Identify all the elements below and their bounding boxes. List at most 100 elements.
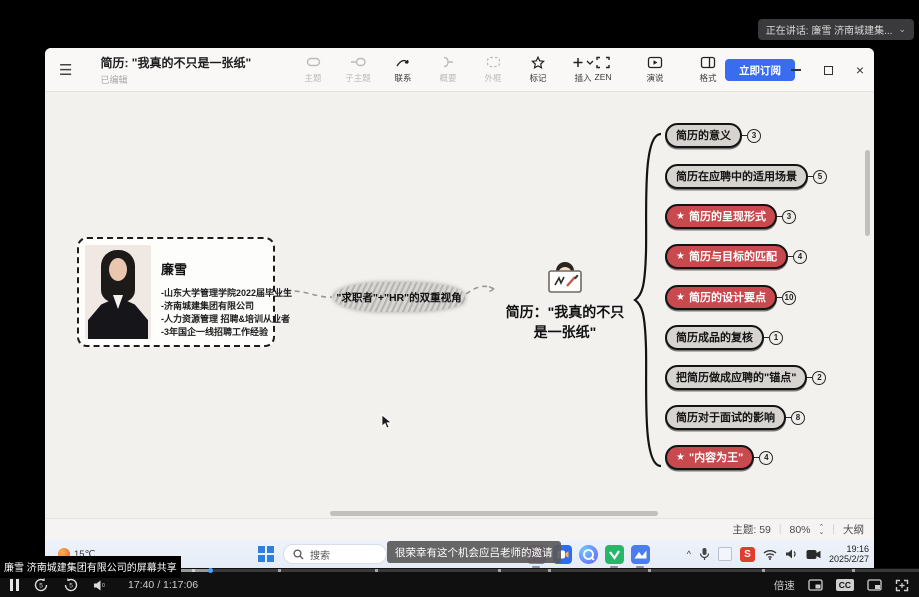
profile-photo xyxy=(85,245,151,339)
picture-in-picture-icon[interactable] xyxy=(808,579,823,591)
branch-row[interactable]: ★简历的呈现形式 3 xyxy=(665,204,796,229)
branch-row[interactable]: 简历的意义 3 xyxy=(665,123,761,148)
separator: | xyxy=(832,524,835,535)
toolbar-present-button[interactable]: 演说 xyxy=(637,54,673,84)
branch-row[interactable]: 简历在应聘中的适用场景 5 xyxy=(665,164,827,189)
branch-pill[interactable]: 简历对于面试的影响 xyxy=(665,405,786,430)
floating-topic[interactable]: "求职者"+"HR"的双重视角 xyxy=(333,282,465,312)
forward-5s-button[interactable]: 5 xyxy=(63,577,79,593)
branch-pill[interactable]: ★简历的呈现形式 xyxy=(665,204,777,229)
collapsed-count-badge[interactable]: 10 xyxy=(782,291,796,305)
app-header: ☰ 简历: "我真的不只是一张纸" 已编辑 主题 子主题 xyxy=(45,48,874,92)
quark-browser-icon[interactable] xyxy=(579,545,598,564)
mindmap-canvas[interactable]: 廉雪 -山东大学管理学院2022届毕业生 -济南城建集团有限公司 -人力资源管理… xyxy=(45,92,874,518)
branch-row[interactable]: ★简历与目标的匹配 4 xyxy=(665,244,807,269)
chapter-marker xyxy=(498,569,501,572)
branch-pill[interactable]: 简历的意义 xyxy=(665,123,742,148)
outline-toggle[interactable]: 大纲 xyxy=(843,522,864,537)
branch-pill[interactable]: 把简历做成应聘的"锚点" xyxy=(665,365,807,390)
now-speaking-banner[interactable]: 正在讲话: 廉雪 济南城建集... ⌄ xyxy=(758,19,914,40)
volume-button[interactable]: 0 xyxy=(93,579,108,592)
vertical-scrollbar[interactable] xyxy=(865,150,870,236)
toolbar-marker-button[interactable]: 标记 xyxy=(520,54,556,84)
subtitles-cc-button[interactable]: CC xyxy=(836,579,854,591)
fullscreen-button[interactable] xyxy=(895,579,909,592)
branch-pill[interactable]: ★ "内容为王" xyxy=(665,445,754,470)
branch-row[interactable]: ★简历的设计要点 10 xyxy=(665,285,796,310)
chapter-marker xyxy=(852,569,855,572)
hamburger-menu-icon[interactable]: ☰ xyxy=(59,61,72,79)
toolbar-zen-button[interactable]: ZEN xyxy=(585,54,621,82)
clock-time: 19:16 xyxy=(829,544,869,554)
branch-row[interactable]: 简历成品的复核 1 xyxy=(665,325,783,350)
collapsed-count-badge[interactable]: 4 xyxy=(759,451,773,465)
collapsed-count-badge[interactable]: 4 xyxy=(793,250,807,264)
minimize-button[interactable] xyxy=(790,64,802,76)
toolbar-format-button[interactable]: 格式 xyxy=(690,54,726,84)
toolbar-subtopic-button[interactable]: 子主题 xyxy=(340,54,376,84)
zoom-stepper-icon[interactable]: ⌃⌄ xyxy=(819,525,825,535)
collapsed-count-badge[interactable]: 8 xyxy=(791,411,805,425)
microphone-icon[interactable] xyxy=(699,547,710,561)
rewind-5s-button[interactable]: 5 xyxy=(33,577,49,593)
toolbar-label: 外框 xyxy=(484,72,501,84)
close-button[interactable]: × xyxy=(854,64,866,76)
subscribe-button[interactable]: 立即订阅 xyxy=(725,59,795,81)
profile-card[interactable]: 廉雪 -山东大学管理学院2022届毕业生 -济南城建集团有限公司 -人力资源管理… xyxy=(77,237,275,347)
branch-row[interactable]: 简历对于面试的影响 8 xyxy=(665,405,805,430)
camera-icon[interactable] xyxy=(806,549,821,560)
branch-label: 简历在应聘中的适用场景 xyxy=(676,168,797,184)
sogou-input-icon[interactable]: S xyxy=(740,547,755,562)
branch-pill[interactable]: 简历成品的复核 xyxy=(665,325,764,350)
toolbar-label: 格式 xyxy=(699,72,716,84)
chevron-down-icon: ⌄ xyxy=(898,24,906,35)
maximize-button[interactable] xyxy=(822,64,834,76)
green-v-app-icon[interactable] xyxy=(605,545,624,564)
hidden-icons-caret[interactable]: ^ xyxy=(687,549,691,559)
toolbar-boundary-button[interactable]: 外框 xyxy=(475,54,511,84)
wifi-icon[interactable] xyxy=(763,549,777,560)
collapsed-count-badge[interactable]: 5 xyxy=(813,170,827,184)
relationship-icon xyxy=(395,54,411,70)
collapsed-count-badge[interactable]: 3 xyxy=(747,129,761,143)
toolbar-label: 演说 xyxy=(646,72,663,84)
toolbar-topic-button[interactable]: 主题 xyxy=(295,54,331,84)
branch-label: 简历与目标的匹配 xyxy=(689,248,777,264)
progress-playhead[interactable] xyxy=(208,568,213,573)
speaker-icon[interactable] xyxy=(785,548,798,560)
collapsed-count-badge[interactable]: 2 xyxy=(812,371,826,385)
branch-label: 简历的设计要点 xyxy=(689,289,766,305)
central-topic[interactable]: 简历："我真的不只 是一张纸" xyxy=(475,257,655,342)
collapsed-count-badge[interactable]: 1 xyxy=(769,331,783,345)
xmind-app-icon[interactable] xyxy=(631,545,650,564)
ime-indicator-icon[interactable] xyxy=(718,547,732,561)
branch-pill[interactable]: 简历在应聘中的适用场景 xyxy=(665,164,808,189)
marker-star-icon xyxy=(531,54,545,70)
document-edited-status: 已编辑 xyxy=(100,73,251,86)
toolbar-label: 概要 xyxy=(439,72,456,84)
branch-label: 把简历做成应聘的"锚点" xyxy=(676,369,796,385)
playback-speed-button[interactable]: 倍速 xyxy=(774,578,795,593)
window-controls: × xyxy=(790,48,866,92)
document-title: 简历: "我真的不只是一张纸" xyxy=(100,54,251,71)
branch-pill[interactable]: ★简历的设计要点 xyxy=(665,285,777,310)
branch-row[interactable]: 把简历做成应聘的"锚点" 2 xyxy=(665,365,826,390)
branch-label: "内容为王" xyxy=(689,449,743,465)
profile-line: -济南城建集团有限公司 xyxy=(161,300,292,313)
pause-button[interactable] xyxy=(10,579,19,591)
branch-pill[interactable]: ★简历与目标的匹配 xyxy=(665,244,788,269)
zoom-level[interactable]: 80% xyxy=(790,524,811,536)
horizontal-scrollbar[interactable] xyxy=(330,511,658,516)
document-title-block: 简历: "我真的不只是一张纸" 已编辑 xyxy=(100,54,251,86)
collapsed-count-badge[interactable]: 3 xyxy=(782,210,796,224)
toolbar-summary-button[interactable]: 概要 xyxy=(430,54,466,84)
star-icon: ★ xyxy=(676,452,685,463)
toolbar-relationship-button[interactable]: 联系 xyxy=(385,54,421,84)
mini-player-icon[interactable] xyxy=(867,579,882,591)
svg-text:5: 5 xyxy=(39,583,43,590)
profile-name: 廉雪 xyxy=(161,259,292,278)
taskbar-search[interactable]: 搜索 xyxy=(283,544,387,564)
start-button[interactable] xyxy=(258,546,274,562)
taskbar-clock[interactable]: 19:16 2025/2/27 xyxy=(829,544,869,564)
branch-row[interactable]: ★ "内容为王" 4 xyxy=(665,445,773,470)
